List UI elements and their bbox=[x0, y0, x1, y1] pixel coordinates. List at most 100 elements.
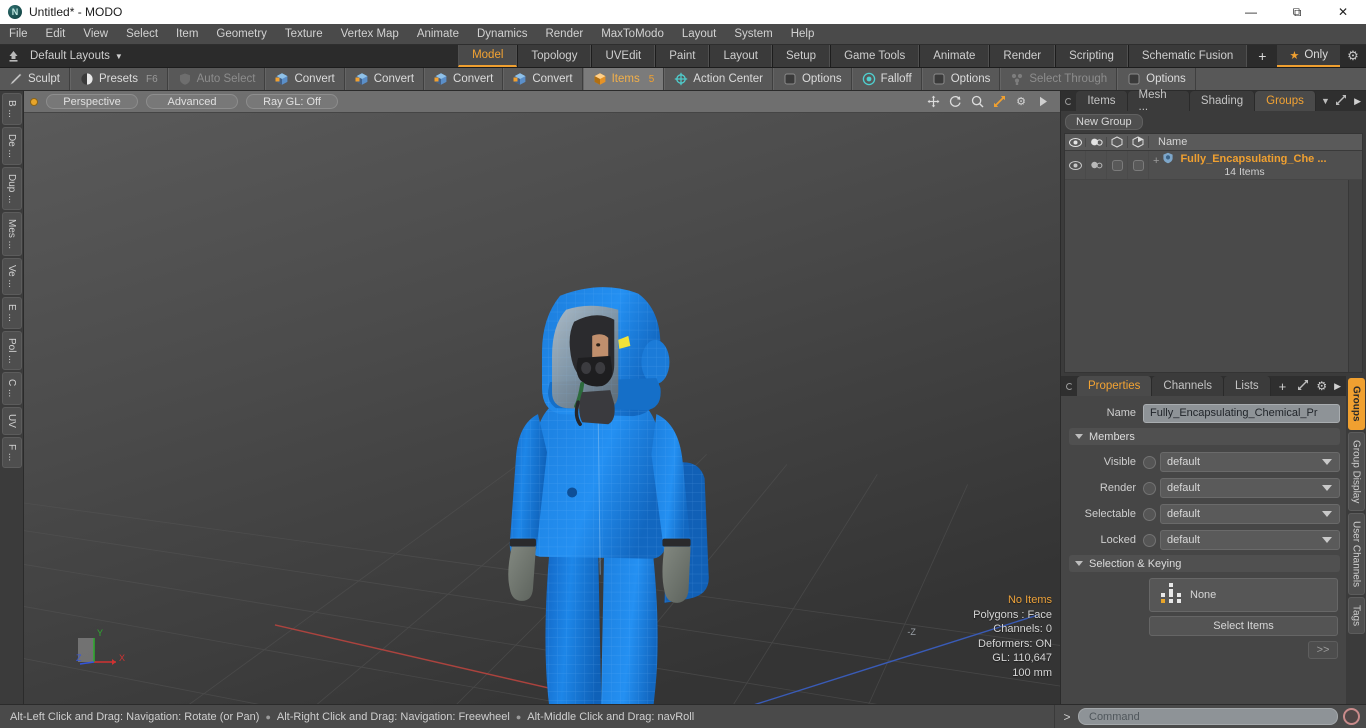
menu-dynamics[interactable]: Dynamics bbox=[468, 24, 536, 45]
row-shade-toggle[interactable] bbox=[1128, 151, 1149, 179]
locked-dropdown[interactable]: default bbox=[1160, 530, 1340, 550]
tab-paint[interactable]: Paint bbox=[655, 45, 710, 67]
visible-dropdown[interactable]: default bbox=[1160, 452, 1340, 472]
panel-arrow-icon[interactable]: ▶ bbox=[1354, 96, 1361, 107]
viewport-view-selector[interactable]: Perspective bbox=[46, 94, 138, 109]
3d-viewport[interactable]: -Z No Items Polygons: Face Channels: 0 … bbox=[24, 113, 1060, 704]
convert-button-1[interactable]: Convert bbox=[265, 68, 345, 90]
tab-scripting[interactable]: Scripting bbox=[1055, 45, 1128, 67]
left-rail-tab-fusion[interactable]: F ... bbox=[1, 436, 22, 468]
left-rail-tab-polygon[interactable]: Pol ... bbox=[1, 330, 22, 371]
convert-button-4[interactable]: Convert bbox=[503, 68, 583, 90]
item-list-scrollbar-track[interactable] bbox=[1348, 180, 1362, 372]
viewport-play-icon[interactable] bbox=[1036, 95, 1050, 109]
items-mode-button[interactable]: Items 5 bbox=[582, 68, 665, 90]
tab-mesh[interactable]: Mesh ... bbox=[1127, 89, 1190, 113]
select-items-button[interactable]: Select Items bbox=[1149, 616, 1338, 636]
viewport-settings-gear-icon[interactable]: ⚙ bbox=[1014, 95, 1028, 109]
right-rail-tab-groups[interactable]: Groups bbox=[1347, 378, 1365, 430]
table-row[interactable]: + Fully_Encapsulating_Che ... 14 Items bbox=[1065, 151, 1362, 180]
tab-model[interactable]: Model bbox=[458, 45, 518, 67]
left-rail-tab-basic[interactable]: B ... bbox=[1, 93, 22, 125]
panel-arrow-icon[interactable]: ▶ bbox=[1334, 381, 1341, 392]
menu-help[interactable]: Help bbox=[782, 24, 824, 45]
expand-group-icon[interactable]: + bbox=[1153, 152, 1159, 168]
gear-icon[interactable]: ⚙ bbox=[1316, 379, 1327, 393]
left-rail-tab-mesh[interactable]: Mes ... bbox=[1, 212, 22, 257]
menu-select[interactable]: Select bbox=[117, 24, 167, 45]
sculpt-button[interactable]: Sculpt bbox=[0, 68, 70, 90]
close-icon[interactable]: ✕ bbox=[1320, 0, 1366, 24]
tab-lists[interactable]: Lists bbox=[1224, 376, 1271, 396]
tab-groups[interactable]: Groups bbox=[1255, 91, 1316, 111]
menu-layout[interactable]: Layout bbox=[673, 24, 726, 45]
convert-button-3[interactable]: Convert bbox=[424, 68, 504, 90]
menu-geometry[interactable]: Geometry bbox=[207, 24, 276, 45]
auto-select-button[interactable]: Auto Select bbox=[167, 68, 266, 90]
tab-layout[interactable]: Layout bbox=[709, 45, 772, 67]
add-tab-button[interactable]: + bbox=[1247, 45, 1278, 67]
menu-item[interactable]: Item bbox=[167, 24, 207, 45]
select-through-options-button[interactable]: Options bbox=[1117, 68, 1196, 90]
action-center-button[interactable]: Action Center bbox=[664, 68, 773, 90]
locked-led-icon[interactable] bbox=[1143, 533, 1156, 547]
falloff-button[interactable]: Falloff bbox=[851, 68, 922, 90]
tab-topology[interactable]: Topology bbox=[517, 45, 592, 67]
zoom-tool-icon[interactable] bbox=[970, 95, 984, 109]
tab-shading[interactable]: Shading bbox=[1189, 91, 1256, 111]
menu-system[interactable]: System bbox=[725, 24, 781, 45]
expand-panel-icon[interactable] bbox=[1335, 94, 1347, 109]
visible-led-icon[interactable] bbox=[1143, 455, 1156, 469]
group-row-content[interactable]: + Fully_Encapsulating_Che ... 14 Items bbox=[1149, 152, 1348, 179]
render-led-icon[interactable] bbox=[1143, 481, 1156, 495]
selectable-dropdown[interactable]: default bbox=[1160, 504, 1340, 524]
selection-keying-section-header[interactable]: Selection & Keying bbox=[1069, 555, 1340, 572]
menu-maxtomodo[interactable]: MaxToModo bbox=[592, 24, 673, 45]
layout-selector[interactable]: Default Layouts ▼ bbox=[26, 45, 133, 67]
tab-setup[interactable]: Setup bbox=[772, 45, 831, 67]
menu-vertex-map[interactable]: Vertex Map bbox=[332, 24, 408, 45]
new-group-button[interactable]: New Group bbox=[1065, 114, 1143, 130]
menu-render[interactable]: Render bbox=[536, 24, 592, 45]
expand-panel-icon[interactable] bbox=[1297, 379, 1309, 394]
row-render-visibility-toggle[interactable] bbox=[1086, 151, 1107, 179]
selection-set-field[interactable]: None bbox=[1149, 578, 1338, 612]
move-tool-icon[interactable] bbox=[926, 95, 940, 109]
falloff-options-button[interactable]: Options bbox=[921, 68, 1001, 90]
tab-schematic-fusion[interactable]: Schematic Fusion bbox=[1127, 45, 1248, 67]
menu-view[interactable]: View bbox=[74, 24, 117, 45]
tab-properties[interactable]: Properties bbox=[1077, 376, 1153, 396]
record-macro-icon[interactable] bbox=[1343, 708, 1360, 725]
menu-texture[interactable]: Texture bbox=[276, 24, 332, 45]
add-properties-tab-button[interactable]: + bbox=[1271, 376, 1295, 396]
only-toggle-button[interactable]: ★ Only bbox=[1277, 45, 1340, 67]
gear-icon[interactable]: ⚙ bbox=[1340, 45, 1366, 67]
left-rail-tab-uv[interactable]: UV bbox=[1, 406, 22, 435]
tab-render[interactable]: Render bbox=[989, 45, 1056, 67]
convert-button-2[interactable]: Convert bbox=[344, 68, 425, 90]
chevron-down-icon[interactable]: ▼ bbox=[1316, 91, 1335, 111]
rotate-tool-icon[interactable] bbox=[948, 95, 962, 109]
row-eye-visibility-toggle[interactable] bbox=[1065, 151, 1086, 179]
minimize-icon[interactable]: — bbox=[1228, 0, 1274, 24]
presets-button[interactable]: Presets F6 bbox=[69, 68, 168, 90]
viewport-shading-selector[interactable]: Advanced bbox=[146, 94, 238, 109]
command-input[interactable]: Command bbox=[1078, 708, 1338, 725]
item-list-empty-area[interactable] bbox=[1065, 180, 1362, 372]
viewport-raygl-toggle[interactable]: Ray GL: Off bbox=[246, 94, 338, 109]
members-section-header[interactable]: Members bbox=[1069, 428, 1340, 445]
maximize-icon[interactable]: ⧉ bbox=[1274, 0, 1320, 24]
select-through-button[interactable]: Select Through bbox=[1000, 68, 1118, 90]
name-field[interactable]: Fully_Encapsulating_Chemical_Pr bbox=[1143, 403, 1340, 423]
left-rail-tab-vertex[interactable]: Ve ... bbox=[1, 258, 22, 295]
expand-viewport-icon[interactable] bbox=[992, 95, 1006, 109]
advanced-options-button[interactable]: >> bbox=[1308, 641, 1338, 659]
left-rail-tab-edge[interactable]: E ... bbox=[1, 296, 22, 329]
tab-channels[interactable]: Channels bbox=[1152, 376, 1225, 396]
row-wireframe-toggle[interactable] bbox=[1107, 151, 1128, 179]
tab-game-tools[interactable]: Game Tools bbox=[830, 45, 920, 67]
groups-item-list[interactable]: Name + Fully_Encapsulating_Che ... 14 It… bbox=[1064, 133, 1363, 373]
tab-items[interactable]: Items bbox=[1076, 91, 1128, 111]
action-center-options-button[interactable]: Options bbox=[772, 68, 852, 90]
render-dropdown[interactable]: default bbox=[1160, 478, 1340, 498]
